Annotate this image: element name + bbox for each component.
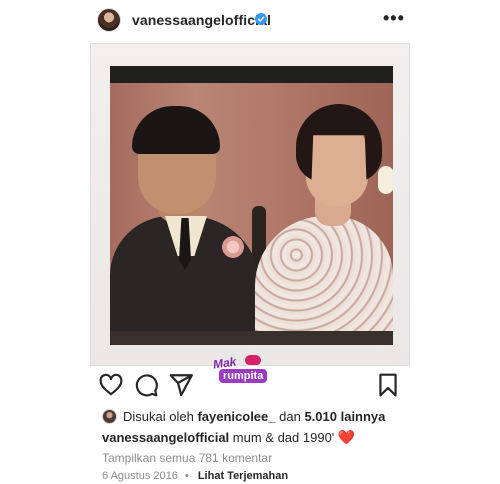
heart-icon[interactable] xyxy=(98,372,124,398)
likes-count[interactable]: 5.010 lainnya xyxy=(304,409,385,424)
caption-username[interactable]: vanessaangelofficial xyxy=(102,430,229,445)
verified-badge-icon xyxy=(255,13,267,25)
profile-avatar[interactable] xyxy=(97,8,121,32)
likes-summary[interactable]: Disukai oleh fayenicolee_ dan 5.010 lain… xyxy=(102,407,385,425)
meta-separator: • xyxy=(184,470,189,482)
likes-prefix: Disukai oleh xyxy=(123,408,194,424)
bookmark-icon[interactable] xyxy=(375,372,401,398)
post-caption: vanessaangelofficial mum & dad 1990' ❤️ xyxy=(102,429,355,446)
see-translation-link[interactable]: Lihat Terjemahan xyxy=(198,470,288,482)
lips-icon xyxy=(245,355,261,365)
wedding-photo xyxy=(110,66,393,345)
post-image[interactable] xyxy=(90,43,410,366)
action-bar xyxy=(0,372,500,402)
send-icon[interactable] xyxy=(168,372,194,398)
more-options-icon[interactable]: ••• xyxy=(383,9,405,27)
post-username[interactable]: vanessaangelofficial xyxy=(132,12,271,28)
polaroid-frame xyxy=(90,43,410,366)
post-meta: 6 Agustus 2016 • Lihat Terjemahan xyxy=(102,470,288,482)
view-all-comments-link[interactable]: Tampilkan semua 781 komentar xyxy=(102,451,272,465)
likes-connector: dan xyxy=(279,408,301,424)
post-date: 6 Agustus 2016 xyxy=(102,470,178,482)
liker-avatar xyxy=(102,408,117,424)
likes-text: Disukai oleh fayenicolee_ dan 5.010 lain… xyxy=(123,409,385,424)
heart-emoji: ❤️ xyxy=(337,429,356,445)
liker-username[interactable]: fayenicolee_ xyxy=(197,409,275,424)
post-header: vanessaangelofficial ••• xyxy=(0,0,500,40)
caption-text: mum & dad 1990' xyxy=(232,430,335,445)
comment-icon[interactable] xyxy=(133,372,159,398)
